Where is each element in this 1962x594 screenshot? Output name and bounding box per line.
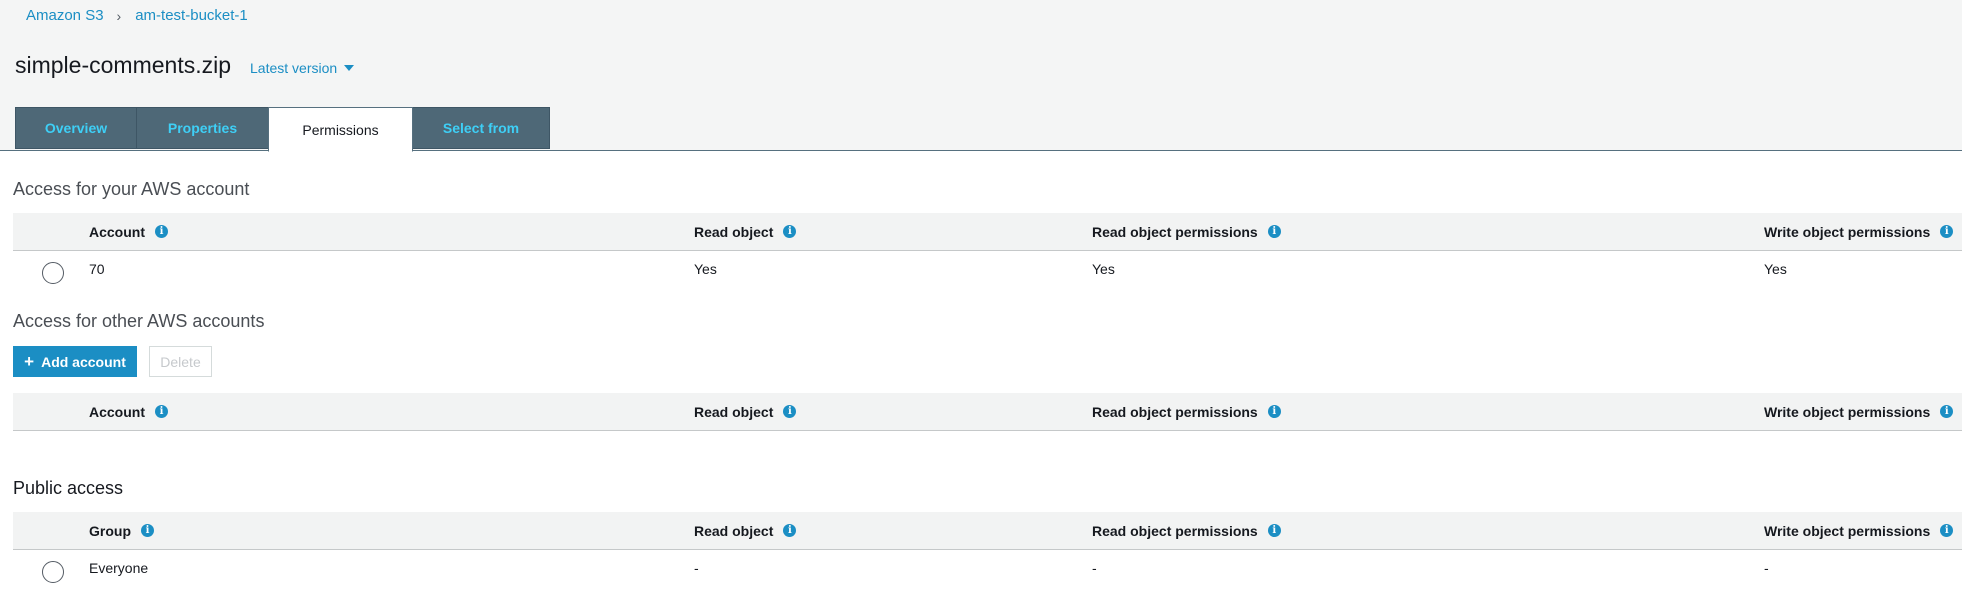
- tab-permissions[interactable]: Permissions: [268, 107, 413, 152]
- section-title-public-access: Public access: [13, 478, 124, 498]
- info-icon[interactable]: i: [1940, 225, 1954, 238]
- info-icon[interactable]: i: [155, 405, 168, 418]
- info-icon[interactable]: i: [783, 405, 797, 418]
- read-object-value: -: [694, 560, 699, 576]
- info-icon[interactable]: i: [1267, 225, 1281, 238]
- table-header-other-accounts: Account i Read object i Read object perm…: [13, 393, 1962, 431]
- column-header-read-permissions: Read object permissions i: [1092, 213, 1281, 250]
- version-dropdown-label: Latest version: [250, 60, 338, 76]
- section-title-other-accounts: Access for other AWS accounts: [13, 311, 265, 331]
- breadcrumb-separator-icon: ›: [116, 7, 122, 24]
- column-header-write-permissions: Write object permissions i: [1764, 512, 1954, 549]
- info-icon[interactable]: i: [155, 225, 168, 238]
- column-header-label: Account: [89, 403, 145, 420]
- info-icon[interactable]: i: [141, 524, 154, 537]
- info-icon[interactable]: i: [1267, 524, 1281, 537]
- column-header-label: Read object permissions: [1092, 403, 1258, 420]
- column-header-read-object: Read object i: [694, 512, 797, 549]
- account-id: 70: [89, 261, 105, 277]
- page-title: simple-comments.zip: [15, 52, 231, 78]
- column-header-account: Account i: [89, 393, 168, 430]
- read-permissions-value: -: [1092, 560, 1097, 576]
- info-icon[interactable]: i: [783, 225, 797, 238]
- breadcrumb: Amazon S3 › am-test-bucket-1: [26, 7, 248, 24]
- info-icon[interactable]: i: [783, 524, 797, 537]
- column-header-label: Read object: [694, 522, 774, 539]
- info-icon[interactable]: i: [1940, 405, 1954, 418]
- table-row: 70 Yes Yes Yes: [13, 251, 1962, 291]
- row-select-radio[interactable]: [42, 561, 64, 583]
- delete-button[interactable]: Delete: [149, 346, 212, 377]
- column-header-read-permissions: Read object permissions i: [1092, 512, 1281, 549]
- column-header-read-permissions: Read object permissions i: [1092, 393, 1281, 430]
- write-permissions-value: -: [1764, 560, 1769, 576]
- column-header-read-object: Read object i: [694, 393, 797, 430]
- info-icon[interactable]: i: [1267, 405, 1281, 418]
- group-name: Everyone: [89, 560, 149, 576]
- column-header-label: Write object permissions: [1764, 223, 1931, 240]
- column-header-account: Account i: [89, 213, 168, 250]
- column-header-label: Write object permissions: [1764, 403, 1931, 420]
- table-header-public-access: Group i Read object i Read object permis…: [13, 512, 1962, 550]
- column-header-write-permissions: Write object permissions i: [1764, 393, 1954, 430]
- write-permissions-value: Yes: [1764, 261, 1787, 277]
- read-object-value: Yes: [694, 261, 717, 277]
- add-account-button[interactable]: + Add account: [13, 346, 137, 377]
- column-header-label: Account: [89, 223, 145, 240]
- row-select-radio[interactable]: [42, 262, 64, 284]
- column-header-label: Write object permissions: [1764, 522, 1931, 539]
- title-row: simple-comments.zip Latest version: [15, 52, 355, 79]
- breadcrumb-bucket[interactable]: am-test-bucket-1: [135, 7, 248, 24]
- breadcrumb-amazon-s3[interactable]: Amazon S3: [26, 7, 104, 24]
- read-permissions-value: Yes: [1092, 261, 1115, 277]
- tab-select-from[interactable]: Select from: [412, 107, 550, 149]
- column-header-group: Group i: [89, 512, 154, 549]
- tab-properties[interactable]: Properties: [136, 107, 269, 149]
- info-icon[interactable]: i: [1940, 524, 1954, 537]
- plus-icon: +: [24, 352, 35, 371]
- tab-overview[interactable]: Overview: [15, 107, 137, 149]
- column-header-read-object: Read object i: [694, 213, 797, 250]
- table-row: Everyone - - -: [13, 550, 1962, 590]
- table-header-own-account: Account i Read object i Read object perm…: [13, 213, 1962, 251]
- column-header-label: Read object: [694, 403, 774, 420]
- column-header-label: Group: [89, 522, 131, 539]
- column-header-label: Read object permissions: [1092, 223, 1258, 240]
- add-account-label: Add account: [41, 353, 126, 370]
- column-header-label: Read object permissions: [1092, 522, 1258, 539]
- column-header-write-permissions: Write object permissions i: [1764, 213, 1954, 250]
- section-title-own-account: Access for your AWS account: [13, 179, 250, 199]
- caret-down-icon: [344, 65, 355, 71]
- column-header-label: Read object: [694, 223, 774, 240]
- version-dropdown[interactable]: Latest version: [250, 60, 355, 76]
